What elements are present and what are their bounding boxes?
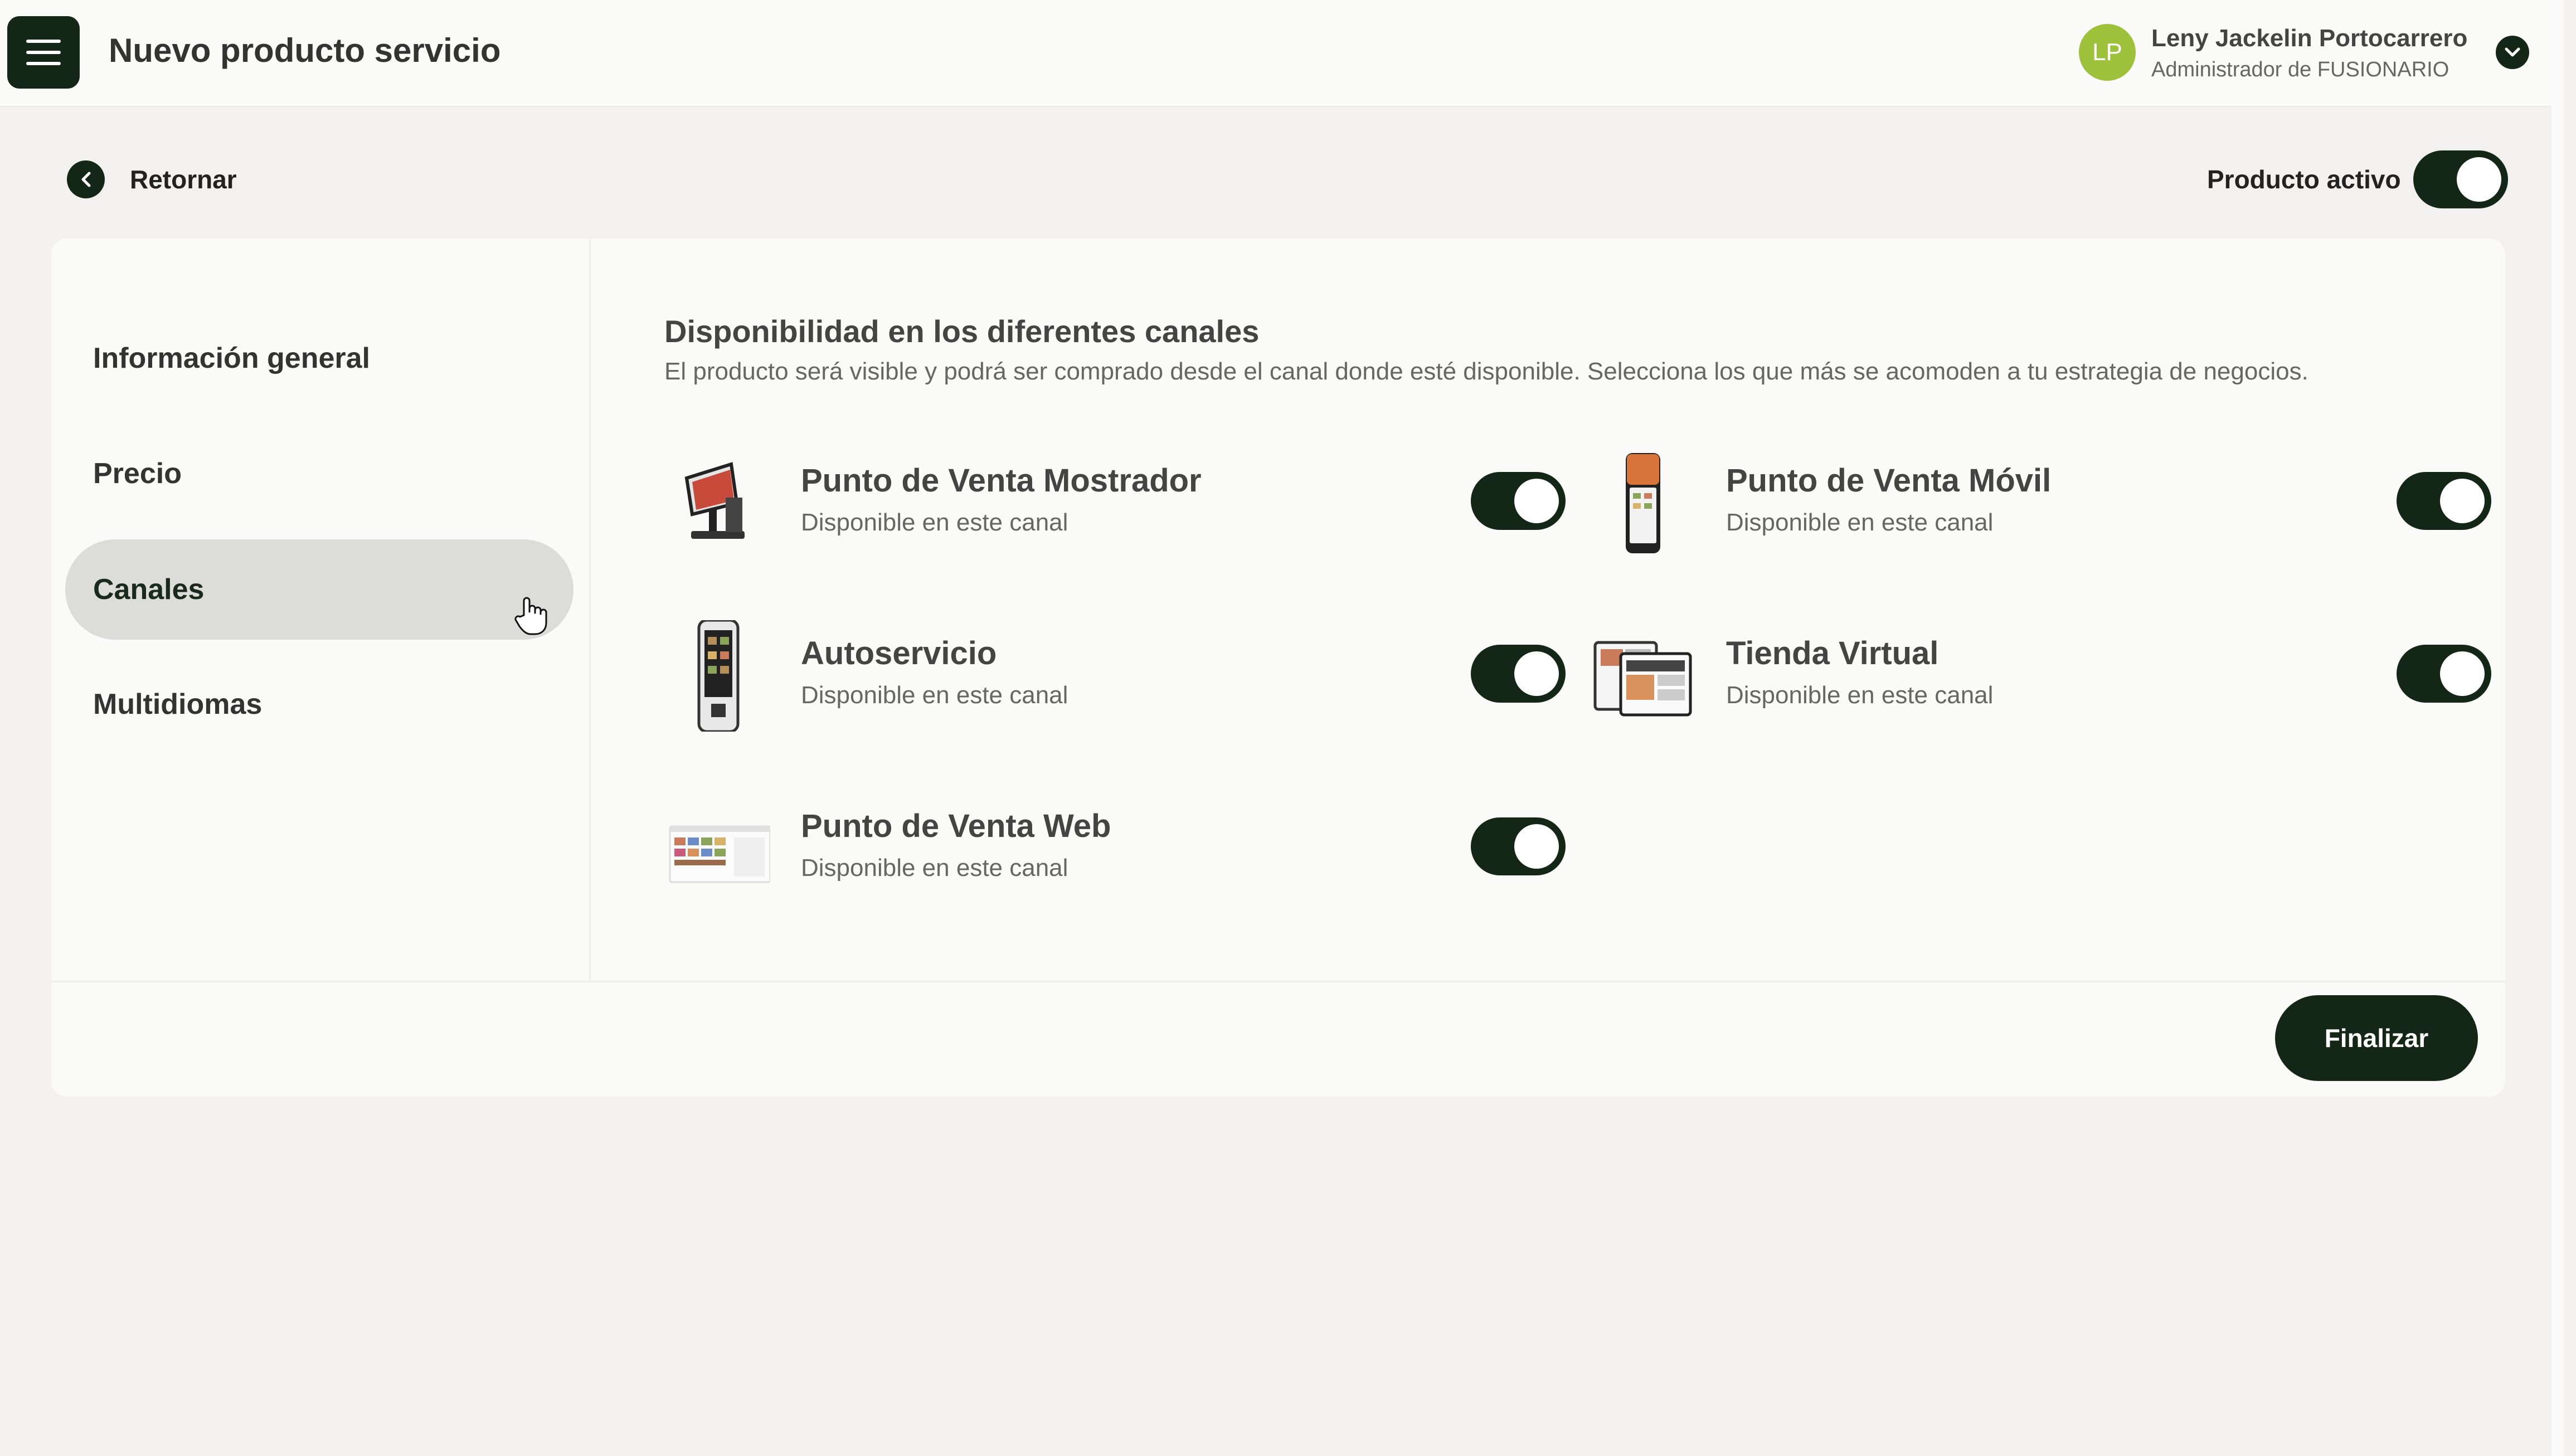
channel-punto-venta-movil: Punto de Venta Móvil Disponible en este …: [1590, 447, 2498, 559]
product-active-label: Producto activo: [2207, 165, 2401, 194]
sidebar-item-canales[interactable]: Canales: [65, 539, 573, 640]
sidebar-item-label: Precio: [93, 457, 182, 490]
sidebar-item-multidiomas[interactable]: Multidiomas: [65, 654, 573, 754]
channel-toggle-punto-venta-web[interactable]: [1471, 817, 1566, 875]
user-avatar[interactable]: LP: [2079, 24, 2136, 81]
channel-name: Tienda Virtual: [1726, 635, 1939, 671]
channel-toggle-tienda-virtual[interactable]: [2397, 645, 2491, 703]
sidebar-item-label: Información general: [93, 342, 370, 374]
toggle-knob: [2457, 157, 2501, 202]
toggle-knob: [2440, 479, 2485, 523]
user-name: Leny Jackelin Portocarrero: [2151, 25, 2468, 52]
toggle-knob: [1514, 824, 1559, 869]
online-store-icon: [1593, 641, 1692, 717]
channel-status: Disponible en este canal: [1726, 681, 1994, 709]
channel-punto-venta-mostrador: Punto de Venta Mostrador Disponible en e…: [664, 447, 1573, 559]
back-link[interactable]: Retornar: [67, 160, 237, 199]
channel-tienda-virtual: Tienda Virtual Disponible en este canal: [1590, 620, 2498, 732]
channel-name: Punto de Venta Móvil: [1726, 462, 2052, 499]
channel-status: Disponible en este canal: [801, 854, 1068, 882]
mobile-pos-icon: [1626, 453, 1660, 553]
sidebar-item-label: Multidiomas: [93, 688, 263, 720]
channel-status: Disponible en este canal: [1726, 509, 1994, 536]
hamburger-menu-icon: [26, 40, 61, 65]
sidebar-item-precio[interactable]: Precio: [65, 423, 573, 524]
kiosk-icon: [697, 620, 740, 732]
channel-autoservicio: Autoservicio Disponible en este canal: [664, 620, 1573, 732]
user-role: Administrador de FUSIONARIO: [2151, 58, 2449, 81]
back-button[interactable]: [67, 160, 105, 198]
toggle-knob: [1514, 479, 1559, 523]
channel-name: Punto de Venta Mostrador: [801, 462, 1202, 499]
channel-toggle-autoservicio[interactable]: [1471, 645, 1566, 703]
page-title: Nuevo producto servicio: [109, 32, 501, 69]
hamburger-menu-button[interactable]: [7, 16, 80, 89]
channel-punto-venta-web: Punto de Venta Web Disponible en este ca…: [664, 793, 1573, 904]
user-menu-button[interactable]: [2496, 36, 2529, 69]
sidebar-item-label: Canales: [93, 573, 205, 606]
web-pos-icon: [669, 825, 770, 883]
channel-status: Disponible en este canal: [801, 509, 1068, 536]
product-active-toggle[interactable]: [2413, 150, 2508, 208]
channels-section-title: Disponibilidad en los diferentes canales: [664, 314, 1260, 349]
toggle-knob: [1514, 651, 1559, 696]
sidebar-divider: [589, 238, 591, 982]
pos-terminal-icon: [684, 462, 745, 539]
channel-name: Punto de Venta Web: [801, 808, 1111, 844]
channels-section-description: El producto será visible y podrá ser com…: [664, 358, 2308, 385]
channel-status: Disponible en este canal: [801, 681, 1068, 709]
channel-toggle-punto-venta-movil[interactable]: [2397, 472, 2491, 530]
channel-name: Autoservicio: [801, 635, 997, 671]
product-form-card: Información general Precio Canales Multi…: [51, 238, 2505, 1097]
chevron-down-icon: [2505, 47, 2520, 57]
channel-toggle-punto-venta-mostrador[interactable]: [1471, 472, 1566, 530]
hand-pointer-cursor-icon: [514, 597, 547, 635]
back-label: Retornar: [130, 165, 237, 194]
chevron-left-icon: [81, 172, 91, 187]
footer-divider: [51, 981, 2505, 982]
top-bar: Nuevo producto servicio LP Leny Jackelin…: [0, 0, 2564, 107]
finish-button[interactable]: Finalizar: [2275, 995, 2478, 1081]
toggle-knob: [2440, 651, 2485, 696]
app-window: Nuevo producto servicio LP Leny Jackelin…: [0, 0, 2564, 1456]
window-edge: [2551, 0, 2564, 1456]
sidebar-item-informacion-general[interactable]: Información general: [65, 308, 573, 408]
